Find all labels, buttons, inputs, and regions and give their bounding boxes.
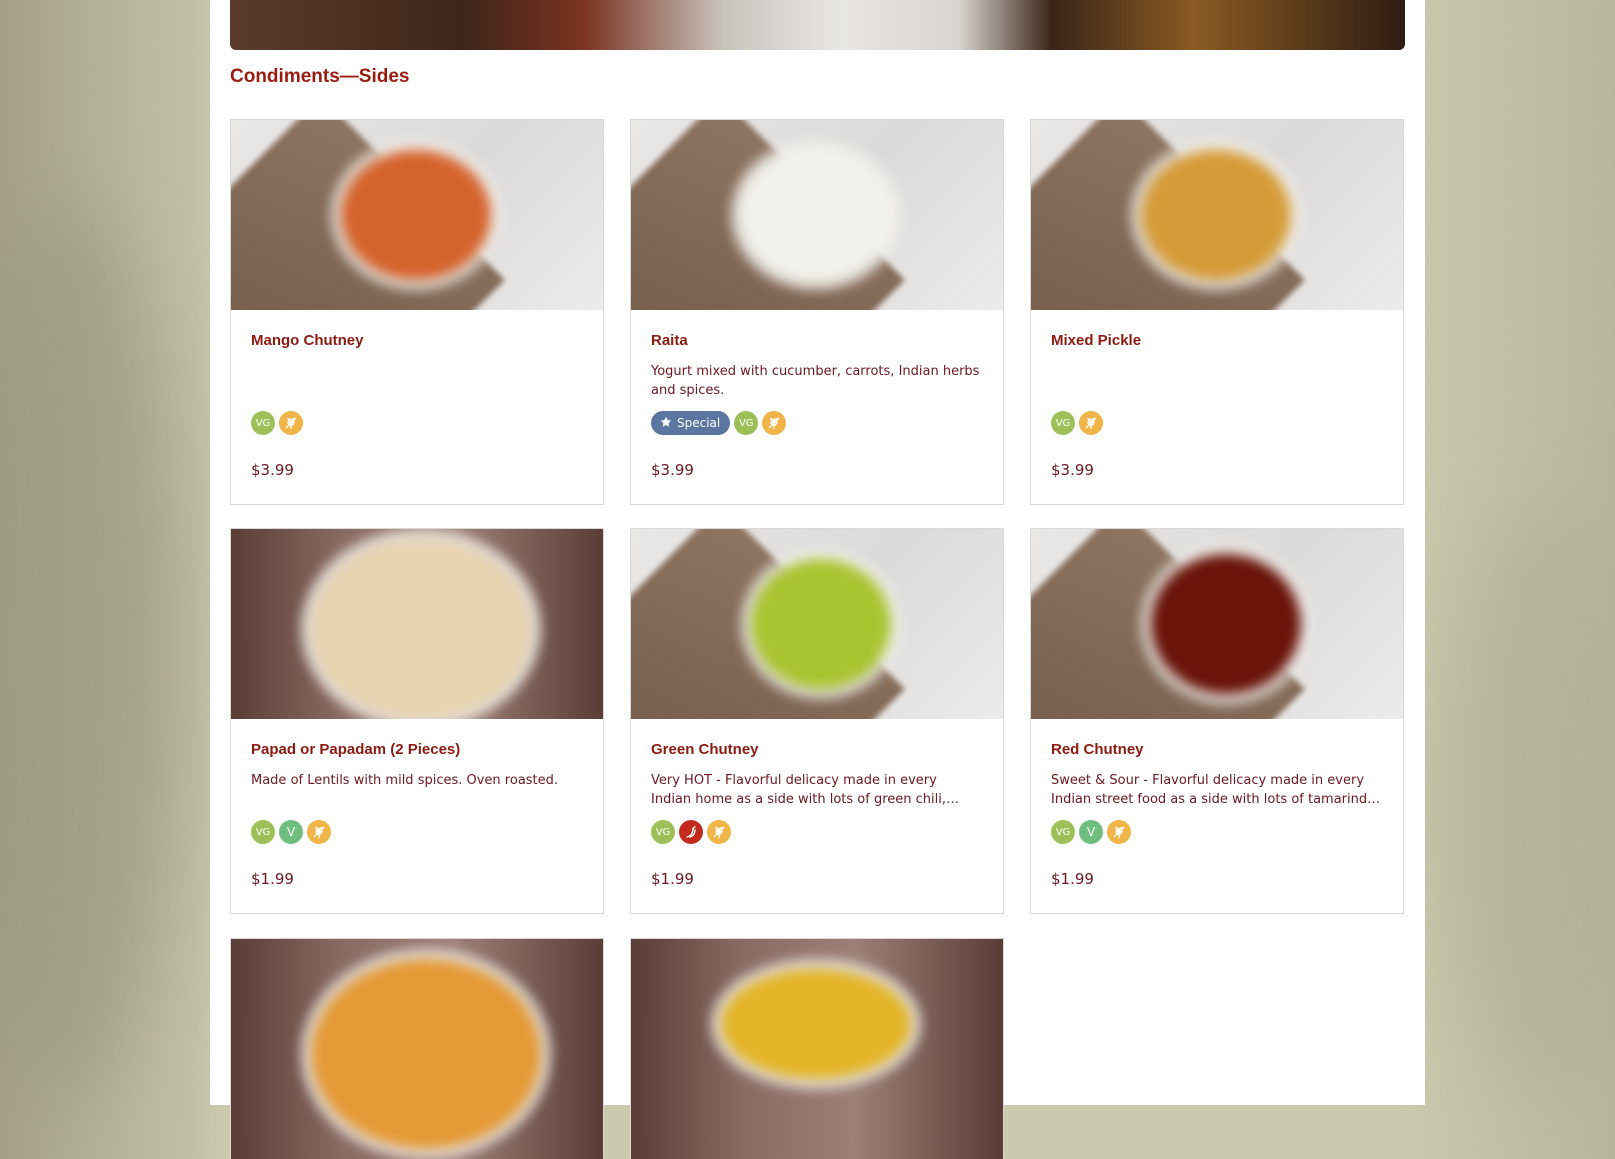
- dietary-badges: VG: [651, 820, 731, 844]
- vegan-icon: VG: [734, 411, 759, 435]
- background-blur: [1440, 500, 1615, 1100]
- vegan-icon: VG: [651, 820, 675, 844]
- menu-item-card[interactable]: Mixed Pickle VG $3.99: [1030, 119, 1404, 505]
- menu-item-price: $1.99: [651, 870, 694, 888]
- vegan-icon: VG: [251, 411, 275, 435]
- menu-item-description: Very HOT - Flavorful delicacy made in ev…: [651, 773, 946, 807]
- special-badge-label: Special: [677, 416, 721, 430]
- gluten-free-icon: [1079, 411, 1103, 435]
- menu-item-name[interactable]: Red Chutney: [1051, 741, 1144, 758]
- menu-item-card[interactable]: [230, 938, 604, 1159]
- star-icon: [660, 416, 672, 431]
- menu-item-image[interactable]: [231, 529, 603, 719]
- menu-item-image[interactable]: [631, 120, 1003, 310]
- menu-item-price: $1.99: [251, 870, 294, 888]
- food-bowl: [311, 539, 531, 719]
- food-bowl: [341, 150, 491, 280]
- menu-item-image[interactable]: [631, 939, 1003, 1159]
- menu-item-image[interactable]: [1031, 529, 1403, 719]
- food-bowl: [721, 969, 911, 1079]
- menu-item-price: $1.99: [1051, 870, 1094, 888]
- food-bowl: [311, 959, 541, 1149]
- gluten-free-icon: [707, 820, 731, 844]
- menu-item-card[interactable]: Raita Yogurt mixed with cucumber, carrots…: [630, 119, 1004, 505]
- vegan-icon: VG: [251, 820, 275, 844]
- vegan-icon: VG: [1051, 411, 1075, 435]
- special-badge: Special: [651, 411, 731, 435]
- dietary-badges: VG: [251, 411, 303, 435]
- food-bowl: [1141, 150, 1291, 280]
- menu-item-image[interactable]: [231, 939, 603, 1159]
- menu-item-card[interactable]: Green Chutney Very HOT - Flavorful delica…: [630, 528, 1004, 914]
- vegan-icon: VG: [1051, 820, 1075, 844]
- menu-item-price: $3.99: [651, 461, 694, 479]
- menu-item-card[interactable]: [630, 938, 1004, 1159]
- menu-item-image[interactable]: [631, 529, 1003, 719]
- gluten-free-icon: [307, 820, 331, 844]
- food-bowl: [751, 559, 891, 689]
- dietary-badges: Special VG: [651, 411, 787, 435]
- vegetarian-icon: V: [1079, 820, 1103, 844]
- menu-item-price: $3.99: [1051, 461, 1094, 479]
- menu-item-card[interactable]: Mango Chutney VG $3.99: [230, 119, 604, 505]
- menu-item-image[interactable]: [231, 120, 603, 310]
- menu-item-description: Yogurt mixed with cucumber, carrots, Ind…: [651, 364, 980, 398]
- menu-item-name[interactable]: Mixed Pickle: [1051, 332, 1141, 349]
- menu-item-description: Sweet & Sour - Flavorful delicacy made i…: [1051, 773, 1368, 807]
- section-title: Condiments—Sides: [230, 66, 410, 87]
- food-bowl: [1151, 554, 1301, 694]
- gluten-free-icon: [279, 411, 303, 435]
- menu-item-name[interactable]: Papad or Papadam (2 Pieces): [251, 741, 460, 758]
- category-banner-image: [230, 0, 1405, 50]
- chili-hot-icon: [679, 820, 703, 844]
- dietary-badges: VG V: [251, 820, 331, 844]
- menu-item-card[interactable]: Red Chutney Sweet & Sour - Flavorful deli…: [1030, 528, 1404, 914]
- dietary-badges: VG V: [1051, 820, 1131, 844]
- menu-item-description: Made of Lentils with mild spices. Oven r…: [251, 773, 559, 788]
- food-bowl: [741, 150, 891, 280]
- background-blur: [0, 200, 180, 1100]
- menu-item-price: $3.99: [251, 461, 294, 479]
- menu-item-image[interactable]: [1031, 120, 1403, 310]
- gluten-free-icon: [762, 411, 787, 435]
- dietary-badges: VG: [1051, 411, 1103, 435]
- menu-item-name[interactable]: Mango Chutney: [251, 332, 364, 349]
- gluten-free-icon: [1107, 820, 1131, 844]
- menu-item-name[interactable]: Green Chutney: [651, 741, 759, 758]
- menu-item-name[interactable]: Raita: [651, 332, 688, 349]
- vegetarian-icon: V: [279, 820, 303, 844]
- menu-item-card[interactable]: Papad or Papadam (2 Pieces) Made of Lenti…: [230, 528, 604, 914]
